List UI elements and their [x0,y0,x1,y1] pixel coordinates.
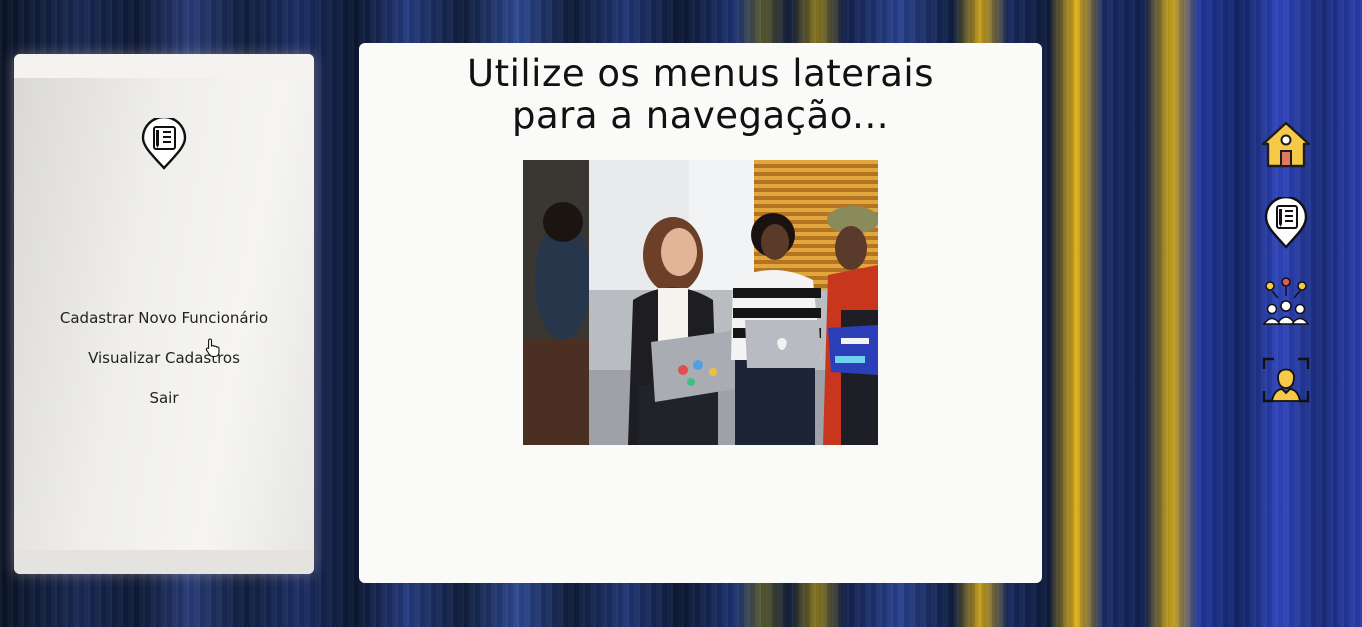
left-sidebar-panel: Cadastrar Novo Funcionário Visualizar Ca… [14,54,314,574]
sidebar-menu: Cadastrar Novo Funcionário Visualizar Ca… [14,306,314,426]
home-icon[interactable] [1258,118,1314,170]
sidebar-item-sair[interactable]: Sair [14,386,314,426]
hero-photo-people-with-laptops [523,160,878,445]
face-scan-icon[interactable] [1258,355,1314,407]
main-content-card: Utilize os menus laterais para a navegaç… [359,43,1042,583]
document-pin-icon [141,118,187,170]
panel-top-band [14,54,314,78]
sidebar-item-visualizar[interactable]: Visualizar Cadastros [14,346,314,386]
sidebar-item-cadastrar[interactable]: Cadastrar Novo Funcionário [14,306,314,346]
team-ideas-icon[interactable] [1258,276,1314,328]
right-icon-nav [1258,118,1314,434]
panel-bottom-band [14,550,314,574]
page-title: Utilize os menus laterais para a navegaç… [359,53,1042,137]
page-title-line-2: para a navegação... [512,94,889,137]
document-pin-icon[interactable] [1258,197,1314,249]
page-title-line-1: Utilize os menus laterais [467,52,934,95]
hand-pointer-cursor-icon [205,338,220,358]
